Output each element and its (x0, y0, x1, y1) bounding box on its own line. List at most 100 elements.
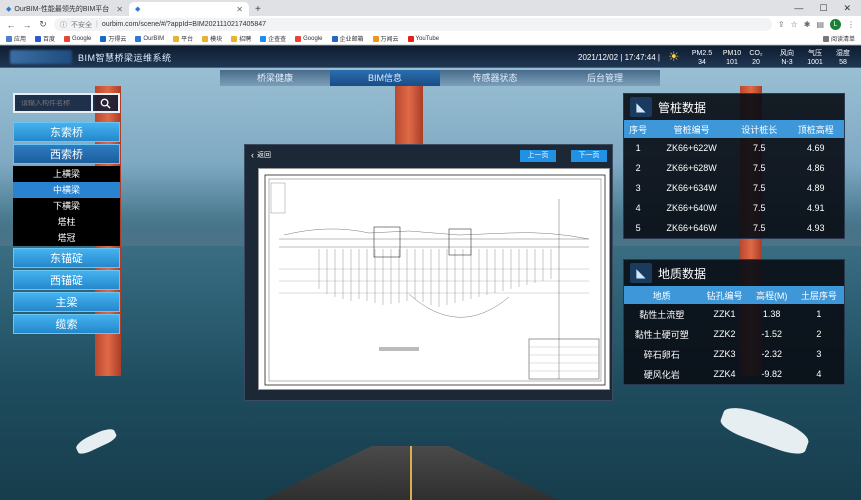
table-row[interactable]: 黏性土硬可塑 ZZK2 -1.52 2 (624, 324, 844, 344)
tree-item-east-bridge[interactable]: 东索桥 (13, 122, 120, 142)
bookmark-label: 模块 (210, 37, 223, 43)
tree-subitem-upper-beam[interactable]: 上横梁 (13, 166, 120, 182)
bookmark-item[interactable]: 万得云 (100, 34, 126, 43)
reading-list[interactable]: 阅读清单 (822, 34, 855, 43)
tree-item-west-bridge[interactable]: 西索桥 (13, 144, 120, 164)
table-row[interactable]: 3 ZK66+634W 7.5 4.89 (624, 178, 844, 198)
component-search (13, 93, 120, 113)
next-page-button[interactable]: 下一页 (571, 150, 607, 162)
panel-title: 地质数据 (658, 266, 707, 281)
new-tab-button[interactable]: + (255, 2, 261, 16)
geology-table: 地质 钻孔编号 高程(M) 土层序号 黏性土流塑 ZZK1 1.38 1 黏性土硬可塑… (624, 286, 844, 384)
extensions-icon[interactable]: ✱ (804, 20, 811, 29)
youtube-icon (407, 35, 414, 42)
tree-subitem-tower-column[interactable]: 塔柱 (13, 214, 120, 230)
forward-icon[interactable]: → (22, 20, 32, 30)
metric-humidity: 湿度 58 (823, 49, 861, 67)
bookmark-label: OurBIM (143, 35, 165, 42)
nav-bridge-health[interactable]: 桥梁健康 (220, 70, 330, 86)
folder-icon (100, 35, 107, 42)
tree-item-east-anchor[interactable]: 东锚碇 (13, 248, 120, 268)
bookmark-item[interactable]: Google (295, 35, 323, 42)
back-link[interactable]: ‹ 返回 (251, 150, 271, 160)
bookmark-item[interactable]: 模块 (202, 34, 222, 43)
table-row[interactable]: 1 ZK66+622W 7.5 4.69 (624, 138, 844, 158)
table-row[interactable]: 2 ZK66+628W 7.5 4.86 (624, 158, 844, 178)
table-cell: 1.38 (762, 309, 781, 319)
chart-icon: ◣ (630, 97, 652, 117)
bookmark-star-icon[interactable]: ☆ (791, 20, 798, 29)
google-icon (295, 35, 302, 42)
tree-item-main-girder[interactable]: 主梁 (13, 292, 120, 312)
table-cell: ZK66+622W (666, 143, 717, 153)
table-cell: 4.91 (806, 203, 825, 213)
bookmark-label: 企业邮箱 (339, 37, 364, 43)
tree-item-cables[interactable]: 缆索 (13, 314, 120, 334)
bookmark-item[interactable]: 企业邮箱 (331, 34, 364, 43)
chart-icon: ◣ (630, 263, 652, 283)
menu-icon[interactable]: ⋮ (847, 20, 855, 29)
tree-item-west-anchor[interactable]: 西锚碇 (13, 270, 120, 290)
sidebar-icon[interactable]: ▤ (816, 20, 824, 29)
table-row[interactable]: 黏性土流塑 ZZK1 1.38 1 (624, 304, 844, 324)
nav-sensor-status[interactable]: 传感器状态 (440, 70, 550, 86)
table-cell: 7.5 (753, 203, 766, 213)
table-cell: 4.69 (806, 143, 825, 153)
reading-list-label: 阅读清单 (830, 37, 855, 43)
pile-table: 序号 管桩编号 设计桩长 顶桩高程 1 ZK66+622W 7.5 4.69 2 ZK6… (624, 120, 844, 238)
apps-grid-icon (6, 35, 12, 42)
tree-subitem-middle-beam[interactable]: 中横梁 (13, 182, 120, 198)
drawing-sheet (264, 174, 606, 386)
close-tab-icon[interactable]: ✕ (236, 5, 243, 14)
search-button[interactable] (91, 95, 118, 111)
bookmark-label: Google (72, 35, 92, 42)
tree-subitem-lower-beam[interactable]: 下横梁 (13, 198, 120, 214)
nav-bim-info[interactable]: BIM信息 (330, 70, 440, 86)
col-header: 地质 (624, 286, 700, 304)
bookmark-item[interactable]: 平台 (173, 34, 193, 43)
maximize-window-icon[interactable]: ☐ (819, 3, 827, 14)
browser-tab-active[interactable]: ◆ ✕ (128, 2, 249, 16)
table-cell: 2 (816, 329, 822, 339)
table-cell: 4.93 (806, 223, 825, 233)
baidu-icon (35, 35, 42, 42)
table-cell: 1 (635, 143, 641, 153)
bookmark-item[interactable]: 万闻云 (372, 34, 399, 43)
bookmark-label: 平台 (181, 37, 194, 43)
component-search-input[interactable] (15, 99, 91, 107)
bookmark-item[interactable]: 企查查 (260, 34, 286, 43)
nav-admin[interactable]: 后台管理 (550, 70, 660, 86)
reload-icon[interactable]: ↻ (38, 19, 48, 30)
url-field[interactable]: ⓘ 不安全 | ourbim.com/scene/#/?appId=BIM202… (54, 18, 772, 31)
bookmark-item[interactable]: OurBIM (135, 35, 165, 42)
minimize-window-icon[interactable]: — (794, 3, 803, 13)
bookmark-apps[interactable]: 应用 (6, 34, 26, 43)
table-row[interactable]: 4 ZK66+640W 7.5 4.91 (624, 198, 844, 218)
browser-tab[interactable]: ◆ OurBIM-性能最领先的BIM平台 ✕ (0, 2, 129, 16)
ship-left (74, 425, 118, 457)
share-icon[interactable]: ⇪ (778, 20, 785, 29)
prev-page-button[interactable]: 上一页 (520, 150, 556, 162)
bookmark-item[interactable]: 招聘 (231, 34, 251, 43)
table-cell: ZZK1 (713, 309, 736, 319)
back-icon[interactable]: ← (6, 20, 16, 30)
table-cell: 7.5 (753, 183, 766, 193)
bookmark-item[interactable]: YouTube (407, 35, 439, 42)
table-row[interactable]: 5 ZK66+646W 7.5 4.93 (624, 218, 844, 238)
warning-icon[interactable]: ⓘ (60, 20, 67, 30)
engineering-drawing[interactable] (258, 168, 610, 390)
bookmark-label: Google (303, 35, 323, 42)
profile-avatar[interactable]: L (830, 19, 841, 30)
bookmark-item[interactable]: Google (64, 35, 92, 42)
tree-subitem-tower-crown[interactable]: 塔冠 (13, 230, 120, 246)
wanwen-icon (372, 35, 379, 42)
table-row[interactable]: 硬风化岩 ZZK4 -9.82 4 (624, 364, 844, 384)
panel-title: 管桩数据 (658, 100, 707, 115)
bookmark-item[interactable]: 百度 (35, 34, 55, 43)
table-cell: 4 (635, 203, 641, 213)
security-label: 不安全 (71, 21, 92, 29)
close-window-icon[interactable]: ✕ (843, 3, 851, 14)
close-tab-icon[interactable]: ✕ (116, 5, 123, 14)
table-row[interactable]: 碎石卵石 ZZK3 -2.32 3 (624, 344, 844, 364)
table-cell: -9.82 (761, 369, 782, 379)
